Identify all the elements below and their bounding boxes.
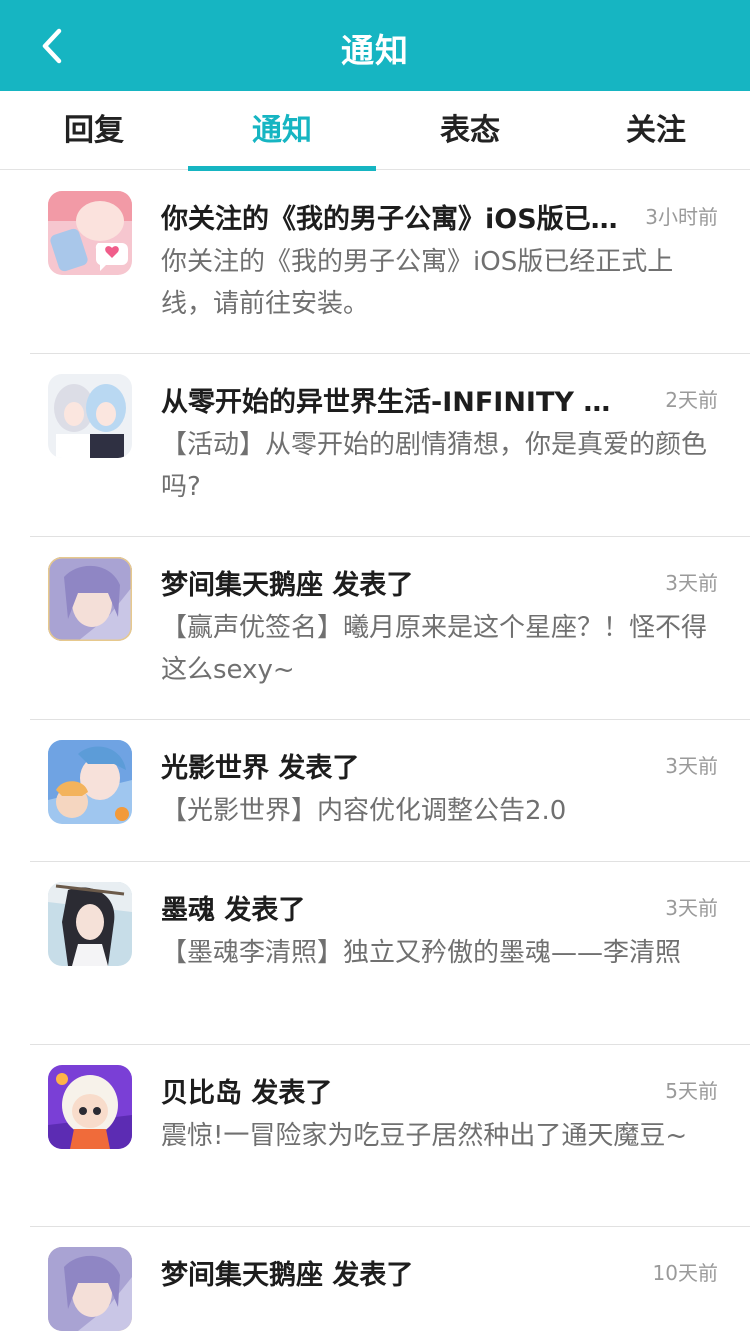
notification-body: 【光影世界】内容优化调整公告2.0 [161,796,567,826]
notification-title: 梦间集天鹅座 发表了 [161,1260,414,1291]
tab-bar: 回复 通知 表态 关注 [0,91,750,171]
tab-replies[interactable]: 回复 [0,91,188,170]
notification-item[interactable]: 墨魂 发表了 3天前 【墨魂李清照】独立又矜傲的墨魂——李清照 [0,862,750,1045]
game-avatar [48,374,132,458]
notification-title: 你关注的《我的男子公寓》iOS版已经正式上线 [161,204,621,235]
notification-time: 10天前 [652,1261,718,1285]
notification-time: 2天前 [665,388,718,412]
game-avatar [48,1247,132,1331]
notification-body: 震惊!一冒险家为吃豆子居然种出了通天魔豆~ [161,1121,688,1151]
notification-time: 3天前 [665,571,718,595]
notification-body: 【墨魂李清照】独立又矜傲的墨魂——李清照 [161,938,682,968]
tab-follows[interactable]: 关注 [562,91,750,170]
notification-body: 你关注的《我的男子公寓》iOS版已经正式上线，请前往安装。 [161,247,674,319]
notification-time: 3天前 [665,896,718,920]
game-avatar [48,557,132,641]
notification-item[interactable]: 梦间集天鹅座 发表了 3天前 【赢声优签名】曦月原来是这个星座？！怪不得这么se… [0,537,750,720]
game-avatar [48,882,132,966]
notification-time: 3小时前 [645,205,718,229]
notification-item[interactable]: 贝比岛 发表了 5天前 震惊!一冒险家为吃豆子居然种出了通天魔豆~ [0,1045,750,1227]
notification-time: 3天前 [665,754,718,778]
tab-label: 通知 [252,113,312,148]
notification-item[interactable]: 梦间集天鹅座 发表了 10天前 [0,1227,750,1337]
page-title: 通知 [341,31,409,70]
notification-item[interactable]: 从零开始的异世界生活-INFINITY 发表了 2天前 【活动】从零开始的剧情猜… [0,354,750,537]
notification-item[interactable]: 光影世界 发表了 3天前 【光影世界】内容优化调整公告2.0 [0,720,750,862]
notification-title: 光影世界 发表了 [161,753,360,784]
notification-list: 你关注的《我的男子公寓》iOS版已经正式上线 3小时前 你关注的《我的男子公寓》… [0,171,750,1337]
tab-label: 关注 [626,113,686,148]
notification-title: 从零开始的异世界生活-INFINITY 发表了 [161,387,621,418]
notification-title: 梦间集天鹅座 发表了 [161,570,414,601]
tab-label: 回复 [64,113,124,148]
game-avatar [48,740,132,824]
notification-item[interactable]: 你关注的《我的男子公寓》iOS版已经正式上线 3小时前 你关注的《我的男子公寓》… [0,171,750,354]
game-avatar [48,1065,132,1149]
top-navigation-bar: 通知 [0,0,750,91]
notification-title: 贝比岛 发表了 [161,1078,333,1109]
game-avatar [48,191,132,275]
tab-label: 表态 [440,113,500,148]
tab-notifications[interactable]: 通知 [188,91,376,171]
notification-title: 墨魂 发表了 [161,895,306,926]
notification-body: 【活动】从零开始的剧情猜想，你是真爱的颜色吗? [161,430,708,502]
notification-time: 5天前 [665,1079,718,1103]
tab-reactions[interactable]: 表态 [376,91,564,170]
notification-body: 【赢声优签名】曦月原来是这个星座？！怪不得这么sexy~ [161,613,708,685]
